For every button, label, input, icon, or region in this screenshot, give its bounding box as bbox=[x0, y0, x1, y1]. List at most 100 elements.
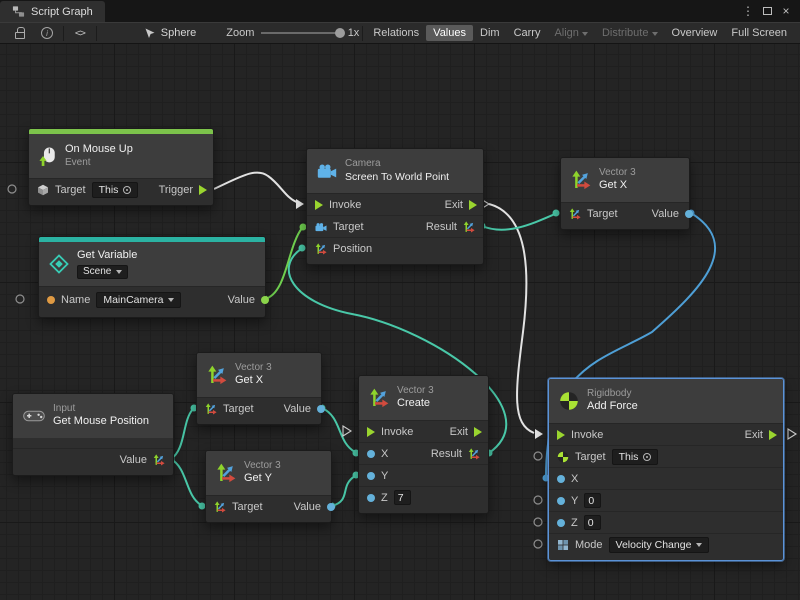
port-row-x[interactable]: X bbox=[549, 467, 783, 489]
vector3-icon[interactable] bbox=[214, 501, 226, 513]
port-row-z[interactable]: Z bbox=[359, 486, 488, 508]
port-row-z[interactable]: Z bbox=[549, 511, 783, 533]
value-port-dot[interactable] bbox=[327, 503, 335, 511]
port-row-mode[interactable]: Mode Velocity Change bbox=[549, 533, 783, 555]
port-row-y[interactable]: Y bbox=[359, 464, 488, 486]
z-port-dot[interactable] bbox=[367, 494, 375, 502]
vector3-icon[interactable] bbox=[468, 448, 480, 460]
chevron-down-icon bbox=[168, 298, 174, 302]
z-value-input[interactable] bbox=[584, 515, 601, 530]
code-preview-button[interactable]: <> bbox=[67, 28, 93, 39]
node-screen-to-world-point[interactable]: Camera Screen To World Point Invoke Exit… bbox=[306, 148, 484, 265]
carry-button[interactable]: Carry bbox=[507, 25, 548, 41]
zoom-slider[interactable] bbox=[261, 27, 340, 39]
z-value-input[interactable] bbox=[394, 490, 411, 505]
port-row-y[interactable]: Y bbox=[549, 489, 783, 511]
x-port-dot[interactable] bbox=[557, 475, 565, 483]
node-add-force[interactable]: Rigidbody Add Force Invoke Exit Target T… bbox=[548, 378, 784, 561]
flow-out-arrow[interactable] bbox=[199, 185, 207, 195]
close-icon[interactable]: × bbox=[778, 1, 794, 21]
values-button[interactable]: Values bbox=[426, 25, 473, 41]
node-get-x-right[interactable]: Vector 3 Get X Target Value bbox=[560, 157, 690, 230]
object-picker-icon[interactable] bbox=[123, 186, 131, 194]
port-row-invoke-exit[interactable]: Invoke Exit bbox=[359, 420, 488, 442]
overview-button[interactable]: Overview bbox=[665, 25, 725, 41]
align-button[interactable]: Align bbox=[547, 25, 595, 41]
port-row-target-result[interactable]: Target Result bbox=[307, 215, 483, 237]
vector3-icon[interactable] bbox=[315, 243, 327, 255]
y-label: Y bbox=[381, 470, 388, 482]
node-titles: Vector 3 Get Y bbox=[244, 460, 281, 486]
relations-button[interactable]: Relations bbox=[366, 25, 426, 41]
this-object-field[interactable]: This bbox=[612, 449, 659, 465]
graph-owner-breadcrumb[interactable]: Sphere bbox=[144, 27, 196, 39]
node-header[interactable]: Get Variable Scene bbox=[39, 242, 265, 286]
port-row-target-value[interactable]: Target Value bbox=[561, 202, 689, 224]
node-header[interactable]: Vector 3 Get Y bbox=[206, 451, 331, 495]
node-header[interactable]: Vector 3 Get X bbox=[561, 158, 689, 202]
flow-in-arrow[interactable] bbox=[557, 430, 565, 440]
node-get-x[interactable]: Vector 3 Get X Target Value bbox=[196, 352, 322, 425]
pointer-icon bbox=[144, 27, 156, 39]
node-on-mouse-up[interactable]: On Mouse Up Event Target This Trigger bbox=[28, 128, 214, 206]
vector3-icon[interactable] bbox=[205, 403, 217, 415]
value-port-dot[interactable] bbox=[261, 296, 269, 304]
zoom-slider-track[interactable] bbox=[261, 32, 340, 34]
variable-name-dropdown[interactable]: MainCamera bbox=[96, 292, 181, 308]
port-row-position[interactable]: Position bbox=[307, 237, 483, 259]
info-button[interactable]: i bbox=[34, 25, 60, 42]
y-port-dot[interactable] bbox=[557, 497, 565, 505]
variable-scope-dropdown[interactable]: Scene bbox=[77, 265, 128, 280]
port-row-target[interactable]: Target This bbox=[549, 445, 783, 467]
node-vector3-create[interactable]: Vector 3 Create Invoke Exit X Result bbox=[358, 375, 489, 514]
port-row-invoke-exit[interactable]: Invoke Exit bbox=[549, 423, 783, 445]
vector3-icon[interactable] bbox=[569, 208, 581, 220]
x-port-dot[interactable] bbox=[367, 450, 375, 458]
menu-icon[interactable]: ⋮ bbox=[740, 1, 756, 21]
port-row-value[interactable]: Value bbox=[13, 448, 173, 470]
dim-button[interactable]: Dim bbox=[473, 25, 507, 41]
position-label: Position bbox=[333, 243, 372, 255]
value-port-dot[interactable] bbox=[317, 405, 325, 413]
z-port-dot[interactable] bbox=[557, 519, 565, 527]
node-get-y[interactable]: Vector 3 Get Y Target Value bbox=[205, 450, 332, 523]
flow-out-arrow[interactable] bbox=[469, 200, 477, 210]
node-header[interactable]: Input Get Mouse Position bbox=[13, 394, 173, 438]
this-object-field[interactable]: This bbox=[92, 182, 139, 198]
maximize-icon[interactable] bbox=[759, 1, 775, 21]
node-header[interactable]: Camera Screen To World Point bbox=[307, 149, 483, 193]
node-header[interactable]: Rigidbody Add Force bbox=[549, 379, 783, 423]
node-header[interactable]: On Mouse Up Event bbox=[29, 134, 213, 178]
lock-button[interactable] bbox=[6, 22, 34, 44]
vector3-icon[interactable] bbox=[463, 221, 475, 233]
port-row-invoke-exit[interactable]: Invoke Exit bbox=[307, 193, 483, 215]
port-row-target-value[interactable]: Target Value bbox=[197, 397, 321, 419]
flow-out-arrow[interactable] bbox=[474, 427, 482, 437]
port-row-target-value[interactable]: Target Value bbox=[206, 495, 331, 517]
port-row-name-value[interactable]: Name MainCamera Value bbox=[39, 286, 265, 312]
value-port-dot[interactable] bbox=[685, 210, 693, 218]
distribute-button[interactable]: Distribute bbox=[595, 25, 665, 41]
y-value-input[interactable] bbox=[584, 493, 601, 508]
flow-in-arrow[interactable] bbox=[315, 200, 323, 210]
graph-owner-label: Sphere bbox=[161, 27, 196, 39]
node-header[interactable]: Vector 3 Get X bbox=[197, 353, 321, 397]
flow-out-arrow[interactable] bbox=[769, 430, 777, 440]
x-label: X bbox=[571, 473, 578, 485]
vector3-icon[interactable] bbox=[153, 454, 165, 466]
vector3-icon bbox=[571, 170, 591, 190]
name-port-dot[interactable] bbox=[47, 296, 55, 304]
node-header[interactable]: Vector 3 Create bbox=[359, 376, 488, 420]
node-title: Get Variable bbox=[77, 249, 137, 263]
port-row-x-result[interactable]: X Result bbox=[359, 442, 488, 464]
y-port-dot[interactable] bbox=[367, 472, 375, 480]
flow-in-arrow[interactable] bbox=[367, 427, 375, 437]
port-row-target-trigger[interactable]: Target This Trigger bbox=[29, 178, 213, 200]
node-get-mouse-position[interactable]: Input Get Mouse Position Value bbox=[12, 393, 174, 476]
zoom-slider-handle[interactable] bbox=[335, 28, 345, 38]
tab-script-graph[interactable]: Script Graph bbox=[0, 1, 105, 22]
fullscreen-button[interactable]: Full Screen bbox=[724, 25, 794, 41]
node-get-variable[interactable]: Get Variable Scene Name MainCamera Value bbox=[38, 236, 266, 318]
object-picker-icon[interactable] bbox=[643, 453, 651, 461]
mode-dropdown[interactable]: Velocity Change bbox=[609, 537, 710, 553]
